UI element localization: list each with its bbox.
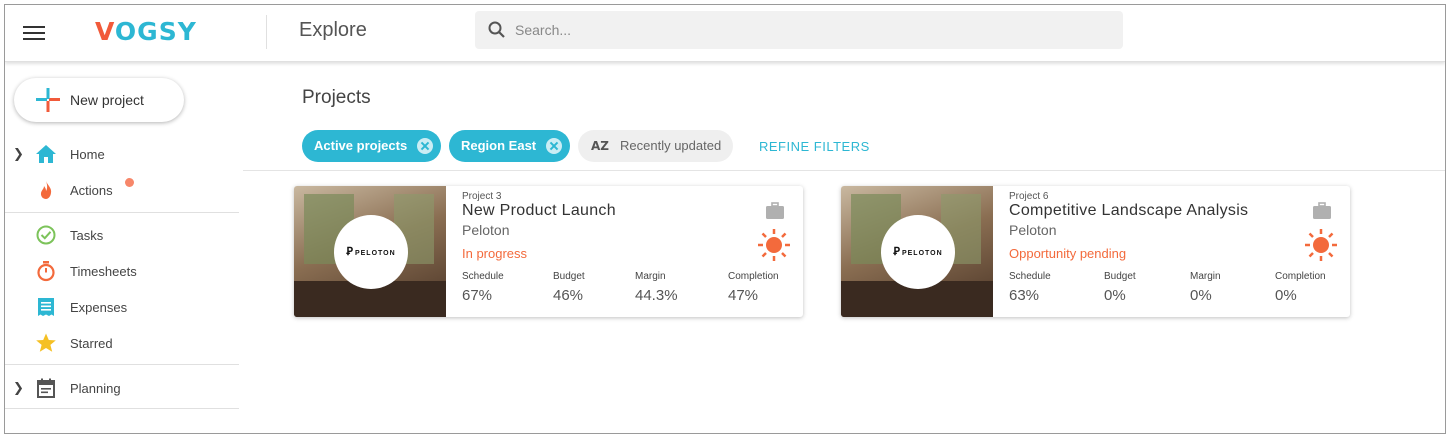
margin-value: 44.3%	[635, 287, 678, 304]
project-status: Opportunity pending	[1009, 246, 1127, 261]
sidebar-item-label: Tasks	[70, 228, 104, 243]
project-name: New Product Launch	[462, 202, 616, 219]
project-status: In progress	[462, 246, 528, 261]
metric-label: Schedule	[462, 271, 504, 282]
sort-chip[interactable]: AZ Recently updated	[578, 130, 734, 162]
margin-value: 0%	[1190, 287, 1212, 304]
sidebar-item-label: Actions	[70, 183, 113, 198]
new-project-button[interactable]: New project	[14, 78, 184, 122]
star-icon	[36, 333, 56, 352]
app-window: VOGSY Explore New project ❯ Home Actions…	[4, 4, 1446, 434]
notification-dot	[125, 178, 134, 187]
project-thumbnail: ꝐPELOTON	[841, 186, 993, 317]
divider	[5, 408, 239, 409]
home-icon	[36, 145, 56, 163]
page-title: Projects	[302, 87, 371, 108]
sidebar-item-expenses[interactable]: Expenses	[5, 289, 241, 325]
sidebar-item-label: Starred	[70, 336, 113, 351]
search-icon	[488, 21, 505, 38]
project-number: Project 3	[462, 191, 502, 202]
chevron-right-icon[interactable]: ❯	[13, 381, 24, 396]
metric-label: Completion	[728, 271, 779, 282]
sidebar-item-planning[interactable]: ❯ Planning	[5, 370, 241, 406]
sun-health-icon	[1305, 229, 1337, 261]
divider	[243, 170, 1445, 171]
sidebar-item-label: Home	[70, 147, 105, 162]
sidebar-item-home[interactable]: ❯ Home	[5, 136, 241, 172]
client-logo-text: PELOTON	[901, 250, 943, 257]
sidebar-item-label: Planning	[70, 381, 121, 396]
budget-value: 0%	[1104, 287, 1126, 304]
peloton-logo-icon: Ꝑ	[346, 246, 354, 258]
search-input[interactable]	[515, 11, 1105, 49]
remove-filter-icon[interactable]	[417, 138, 434, 154]
schedule-value: 63%	[1009, 287, 1040, 304]
project-number: Project 6	[1009, 191, 1049, 202]
briefcase-icon[interactable]	[765, 202, 785, 220]
metric-label: Budget	[1104, 271, 1136, 282]
metric-label: Margin	[635, 271, 666, 282]
divider	[5, 364, 239, 365]
metric-label: Margin	[1190, 271, 1221, 282]
filter-chip-active-projects[interactable]: Active projects	[302, 130, 442, 162]
completion-value: 0%	[1275, 287, 1297, 304]
project-card[interactable]: ꝐPELOTON Project 6 Competitive Landscape…	[841, 186, 1350, 317]
briefcase-icon[interactable]	[1312, 202, 1332, 220]
new-project-label: New project	[70, 92, 144, 108]
top-bar: VOGSY Explore	[5, 5, 1445, 62]
budget-value: 46%	[553, 287, 584, 304]
section-title: Explore	[299, 19, 367, 41]
sidebar-item-starred[interactable]: Starred	[5, 325, 241, 361]
completion-value: 47%	[728, 287, 759, 304]
plus-icon	[36, 88, 60, 112]
client-logo: ꝐPELOTON	[881, 215, 955, 289]
sidebar-item-actions[interactable]: Actions	[5, 172, 241, 208]
search-bar[interactable]	[475, 11, 1123, 49]
project-client: Peloton	[1009, 222, 1057, 238]
sort-az-icon: AZ	[591, 139, 609, 153]
peloton-logo-icon: Ꝑ	[893, 246, 901, 258]
refine-filters-link[interactable]: REFINE FILTERS	[759, 139, 870, 154]
chevron-right-icon[interactable]: ❯	[13, 147, 24, 162]
top-divider	[266, 15, 267, 49]
sidebar-item-label: Timesheets	[70, 264, 137, 279]
project-name: Competitive Landscape Analysis	[1009, 202, 1249, 219]
check-circle-icon	[36, 225, 56, 245]
client-logo-text: PELOTON	[354, 250, 396, 257]
metric-label: Completion	[1275, 271, 1326, 282]
client-logo: ꝐPELOTON	[334, 215, 408, 289]
sidebar: New project ❯ Home Actions Tasks Timeshe…	[5, 62, 241, 433]
sun-health-icon	[758, 229, 790, 261]
sidebar-item-tasks[interactable]: Tasks	[5, 217, 241, 253]
receipt-icon	[38, 298, 54, 316]
vogsy-logo[interactable]: VOGSY	[95, 17, 197, 46]
stopwatch-icon	[37, 261, 55, 282]
project-client: Peloton	[462, 222, 510, 238]
flame-icon	[40, 181, 52, 199]
hamburger-menu-icon[interactable]	[23, 22, 45, 44]
schedule-value: 67%	[462, 287, 493, 304]
calendar-icon	[37, 378, 55, 398]
sidebar-item-timesheets[interactable]: Timesheets	[5, 253, 241, 289]
filter-chip-label: Active projects	[314, 138, 408, 153]
project-thumbnail: ꝐPELOTON	[294, 186, 446, 317]
metric-label: Schedule	[1009, 271, 1051, 282]
sidebar-item-label: Expenses	[70, 300, 128, 315]
logo-text: OGSY	[114, 17, 197, 46]
metric-label: Budget	[553, 271, 585, 282]
sort-chip-label: Recently updated	[620, 138, 722, 153]
filter-chip-label: Region East	[461, 138, 537, 153]
project-card[interactable]: ꝐPELOTON Project 3 New Product Launch Pe…	[294, 186, 803, 317]
logo-letter-v: V	[95, 17, 115, 46]
remove-filter-icon[interactable]	[546, 138, 563, 154]
divider	[5, 212, 239, 213]
filter-chip-region-east[interactable]: Region East	[449, 130, 571, 162]
